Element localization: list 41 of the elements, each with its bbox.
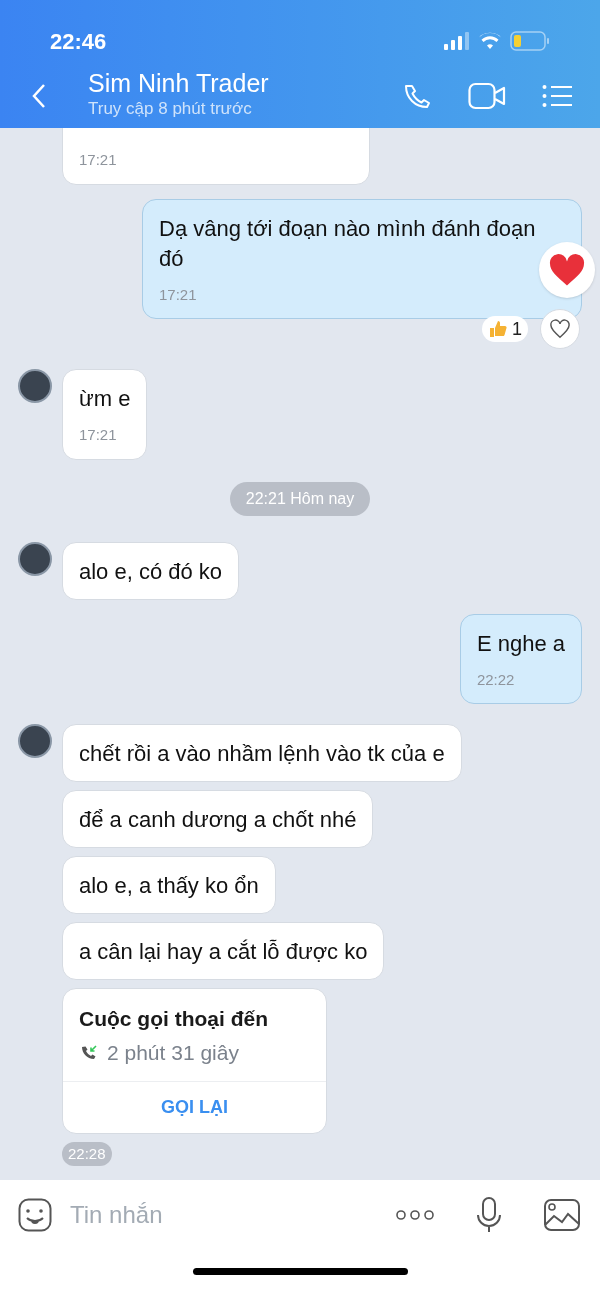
video-call-button[interactable] (468, 82, 506, 110)
reaction-count: 1 (512, 317, 522, 341)
like-reaction[interactable]: 1 (482, 316, 528, 342)
sticker-icon[interactable] (18, 1198, 52, 1232)
more-icon[interactable] (396, 1209, 434, 1221)
contact-name: Sim Ninh Trader (88, 68, 270, 98)
message-text: ừm e (79, 385, 131, 413)
message-text: alo e, a thấy ko ổn (79, 872, 259, 900)
video-camera-icon (468, 82, 506, 110)
heart-icon (548, 253, 586, 287)
heart-icon (549, 319, 571, 339)
message-time: 17:21 (79, 425, 118, 445)
message-time: 22:22 (476, 669, 516, 690)
message-text: a cân lại hay a cắt lỗ được ko (79, 938, 368, 966)
message-text: chết rồi a vào nhầm lệnh vào tk của e (79, 740, 445, 768)
signal-icon (444, 32, 470, 50)
microphone-icon[interactable] (476, 1197, 502, 1233)
last-seen: Truy cập 8 phút trước (88, 98, 253, 120)
back-icon (30, 82, 48, 110)
message-time: 17:21 (159, 284, 198, 305)
avatar[interactable] (18, 541, 52, 576)
call-duration: 2 phút 31 giây (107, 1040, 239, 1066)
status-time: 22:46 (50, 27, 107, 56)
reaction-heart-button[interactable] (539, 242, 595, 298)
avatar[interactable] (18, 724, 52, 758)
message-time: 17:21 (79, 150, 118, 170)
message-time: 22:28 (62, 1141, 112, 1166)
thumbs-up-icon (488, 319, 508, 339)
menu-button[interactable] (542, 84, 572, 108)
image-icon[interactable] (544, 1199, 580, 1231)
avatar[interactable] (18, 369, 52, 403)
wifi-icon (478, 32, 502, 50)
battery-icon (510, 31, 550, 51)
message-text: Dạ vâng tới đoạn nào mình đánh đoạn đó (159, 214, 537, 273)
call-title: Cuộc gọi thoại đến (79, 1006, 269, 1032)
list-icon (542, 84, 572, 108)
message-text: để a canh dương a chốt nhé (79, 806, 357, 834)
message-text: E nghe a (476, 629, 565, 658)
like-button[interactable] (540, 309, 580, 349)
message-text: alo e, có đó ko (79, 557, 223, 586)
message-input[interactable]: Tin nhắn (70, 1197, 396, 1233)
